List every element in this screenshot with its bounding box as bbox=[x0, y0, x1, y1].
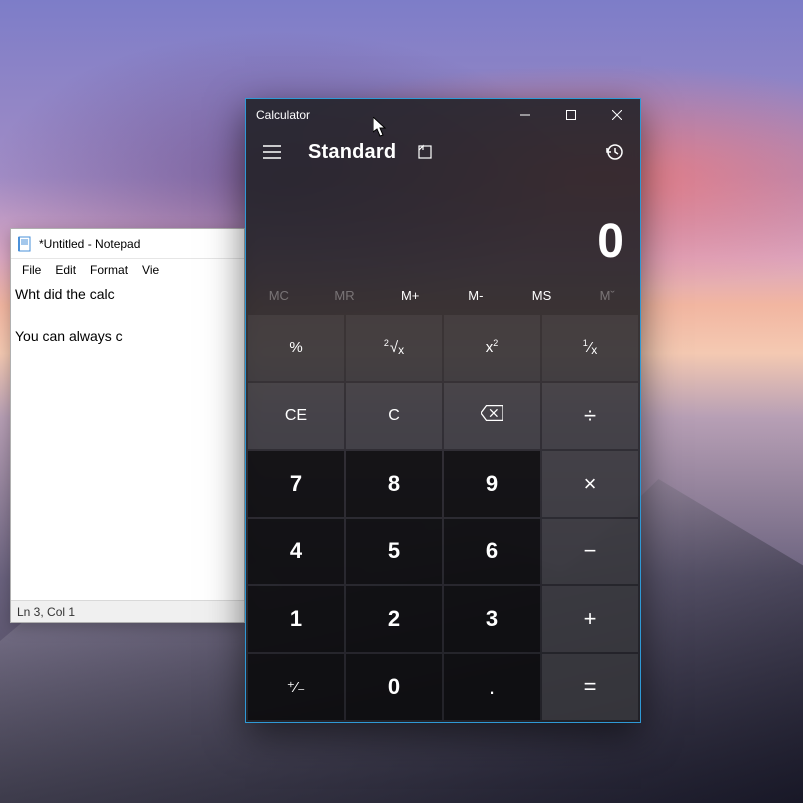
menu-format[interactable]: Format bbox=[83, 261, 135, 279]
memory-store-button[interactable]: MS bbox=[509, 277, 575, 313]
menu-file[interactable]: File bbox=[15, 261, 48, 279]
notepad-menu: File Edit Format Vie bbox=[11, 259, 244, 283]
memory-row: MC MR M+ M- MS Mˇ bbox=[246, 277, 640, 313]
clear-entry-button[interactable]: CE bbox=[248, 383, 344, 449]
memory-add-button[interactable]: M+ bbox=[377, 277, 443, 313]
digit-3-button[interactable]: 3 bbox=[444, 586, 540, 652]
notepad-statusbar: Ln 3, Col 1 bbox=[11, 600, 244, 622]
notepad-icon bbox=[17, 236, 33, 252]
history-button[interactable] bbox=[594, 143, 634, 161]
digit-5-button[interactable]: 5 bbox=[346, 519, 442, 585]
calculator-window: Calculator Standard 0 MC MR bbox=[245, 98, 641, 723]
square-root-button[interactable]: 2√x bbox=[346, 315, 442, 381]
statusbar-position: Ln 3, Col 1 bbox=[17, 605, 75, 619]
memory-recall-button[interactable]: MR bbox=[312, 277, 378, 313]
sign-button[interactable]: ⁺⁄₋ bbox=[248, 654, 344, 720]
notepad-titlebar[interactable]: *Untitled - Notepad bbox=[11, 229, 244, 259]
digit-4-button[interactable]: 4 bbox=[248, 519, 344, 585]
equals-button[interactable]: = bbox=[542, 654, 638, 720]
divide-button[interactable]: ÷ bbox=[542, 383, 638, 449]
menu-edit[interactable]: Edit bbox=[48, 261, 83, 279]
root-variable: x bbox=[398, 343, 404, 357]
calculator-display: 0 bbox=[246, 173, 640, 277]
close-button[interactable] bbox=[594, 99, 640, 131]
memory-list-button[interactable]: Mˇ bbox=[574, 277, 640, 313]
plus-button[interactable]: + bbox=[542, 586, 638, 652]
multiply-button[interactable]: × bbox=[542, 451, 638, 517]
digit-1-button[interactable]: 1 bbox=[248, 586, 344, 652]
calculator-mode-label: Standard bbox=[308, 141, 396, 164]
maximize-button[interactable] bbox=[548, 99, 594, 131]
keep-on-top-button[interactable] bbox=[408, 144, 442, 160]
digit-0-button[interactable]: 0 bbox=[346, 654, 442, 720]
clear-button[interactable]: C bbox=[346, 383, 442, 449]
digit-7-button[interactable]: 7 bbox=[248, 451, 344, 517]
calculator-keypad: % 2√x x2 1⁄x CE C ÷ 7 8 9 × 4 5 6 − 1 2 … bbox=[246, 313, 640, 722]
digit-9-button[interactable]: 9 bbox=[444, 451, 540, 517]
window-controls bbox=[502, 99, 640, 131]
digit-6-button[interactable]: 6 bbox=[444, 519, 540, 585]
calculator-titlebar[interactable]: Calculator bbox=[246, 99, 640, 131]
root-symbol: √ bbox=[390, 339, 398, 356]
calculator-header: Standard bbox=[246, 131, 640, 173]
recip-denominator: x bbox=[591, 343, 597, 357]
root-index: 2 bbox=[384, 338, 389, 348]
menu-view[interactable]: Vie bbox=[135, 261, 166, 279]
minus-button[interactable]: − bbox=[542, 519, 638, 585]
minimize-button[interactable] bbox=[502, 99, 548, 131]
decimal-button[interactable]: . bbox=[444, 654, 540, 720]
calculator-title: Calculator bbox=[256, 108, 310, 122]
reciprocal-button[interactable]: 1⁄x bbox=[542, 315, 638, 381]
hamburger-menu-button[interactable] bbox=[252, 145, 292, 159]
recip-numerator: 1 bbox=[583, 338, 588, 348]
notepad-line3: You can always c bbox=[15, 328, 123, 344]
notepad-title: *Untitled - Notepad bbox=[39, 237, 140, 251]
percent-button[interactable]: % bbox=[248, 315, 344, 381]
memory-subtract-button[interactable]: M- bbox=[443, 277, 509, 313]
square-base: x bbox=[486, 339, 494, 356]
digit-8-button[interactable]: 8 bbox=[346, 451, 442, 517]
square-button[interactable]: x2 bbox=[444, 315, 540, 381]
notepad-window: *Untitled - Notepad File Edit Format Vie… bbox=[10, 228, 245, 623]
notepad-line1: Wht did the calc bbox=[15, 286, 115, 302]
memory-clear-button[interactable]: MC bbox=[246, 277, 312, 313]
notepad-text-area[interactable]: Wht did the calc You can always c bbox=[11, 283, 244, 600]
digit-2-button[interactable]: 2 bbox=[346, 586, 442, 652]
display-value: 0 bbox=[597, 214, 624, 269]
square-exponent: 2 bbox=[493, 338, 498, 348]
mouse-cursor-icon bbox=[373, 117, 387, 137]
backspace-icon bbox=[481, 405, 503, 426]
backspace-button[interactable] bbox=[444, 383, 540, 449]
